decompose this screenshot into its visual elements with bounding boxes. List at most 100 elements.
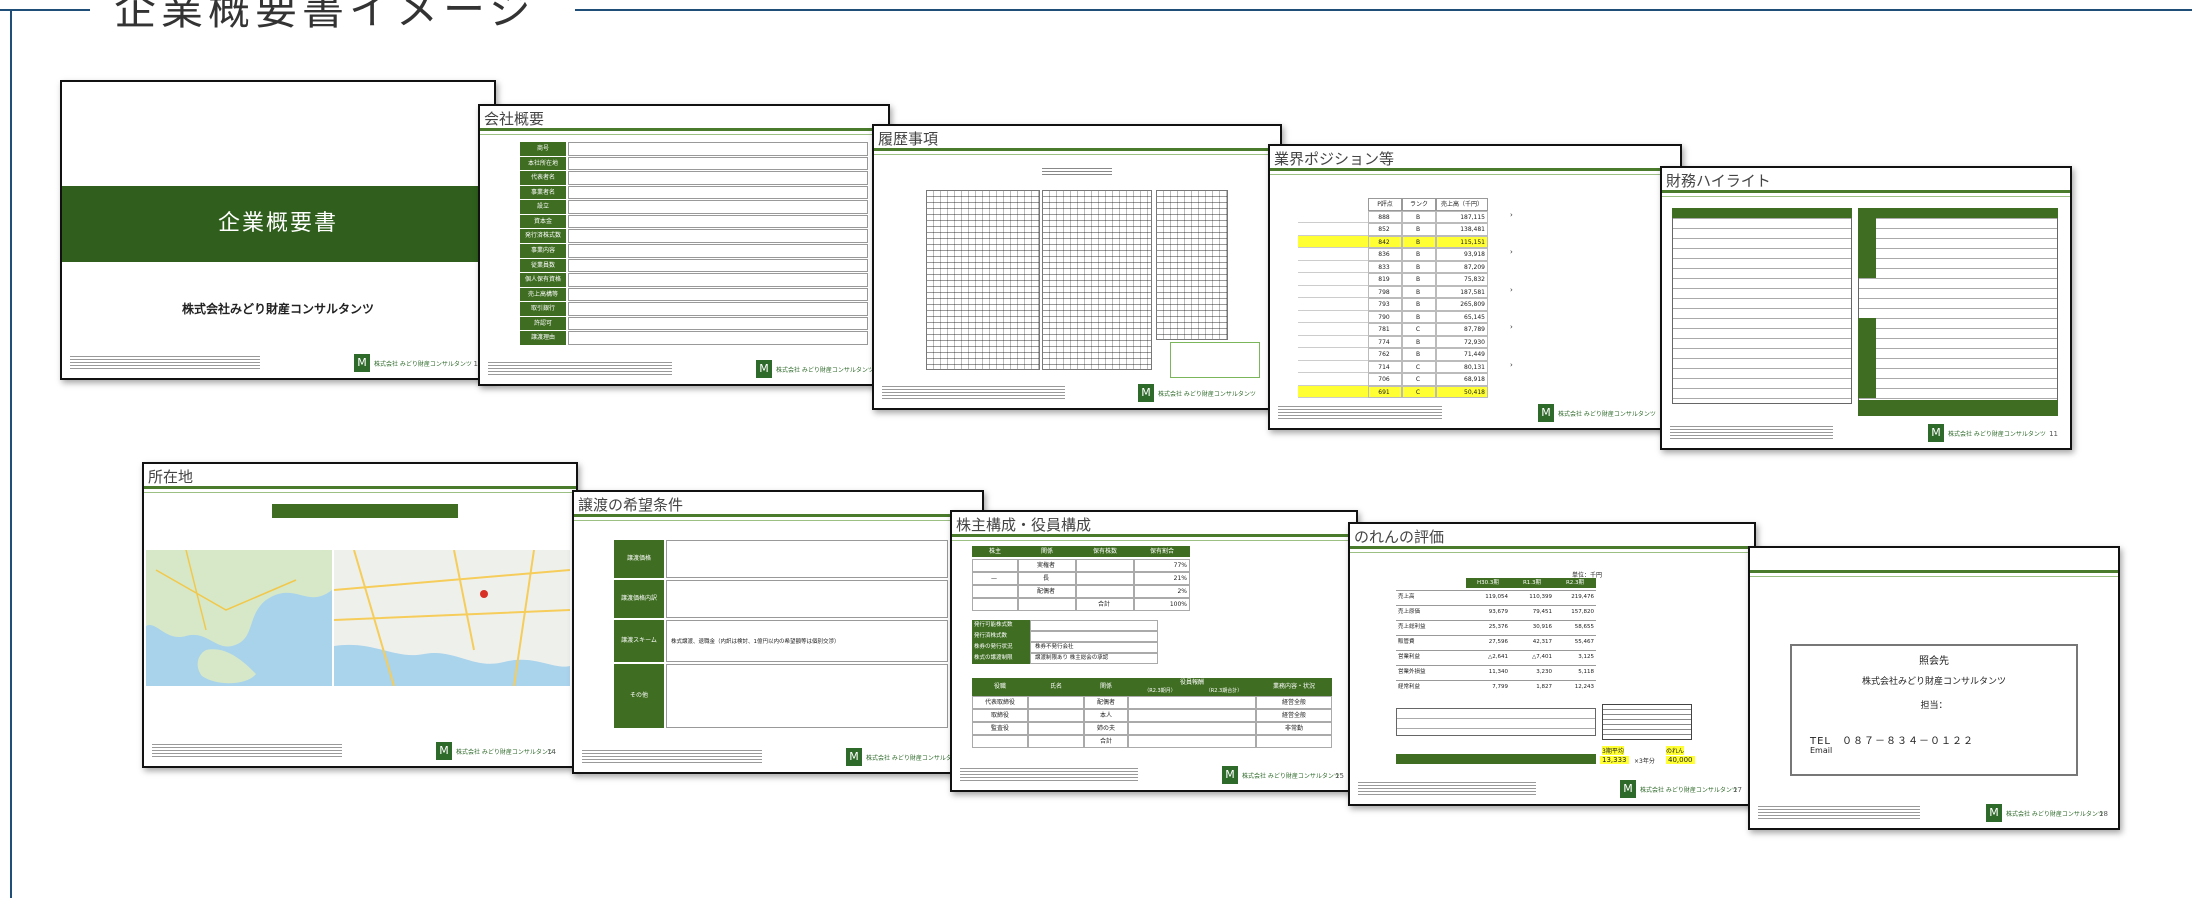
slide-footnote (882, 384, 1065, 400)
shareholder-cell: 100% (1134, 598, 1190, 611)
goodwill-cell: 売上原価 (1396, 605, 1466, 620)
overview-value-cell (568, 156, 868, 171)
goodwill-label: のれん (1666, 746, 1685, 755)
goodwill-value: 40,000 (1666, 756, 1695, 764)
note-box (1602, 704, 1692, 740)
arrow-marker: › (1510, 285, 1513, 294)
industry-cell: 187,115 (1436, 210, 1488, 223)
shareholder-cell (1076, 585, 1134, 598)
slide-industry-position[interactable]: 業界ポジション等 P評点 ランク 売上高（千円） 888 B 187,115 › 852 B 13… (1268, 144, 1682, 430)
shareholder-cell: 2% (1134, 585, 1190, 598)
logo-icon: M (1986, 804, 2002, 822)
title-bar (1750, 570, 2118, 573)
overview-label: 取引銀行 (520, 302, 566, 316)
officer-cell (1028, 696, 1084, 709)
industry-cell: B (1402, 223, 1436, 236)
industry-name-cell (1298, 261, 1368, 273)
stock-value: 譲渡制限あり 株主総会の承認 (1030, 653, 1158, 664)
industry-cell: B (1402, 248, 1436, 261)
officer-header: 業務内容・状況 (1256, 678, 1332, 696)
income-table (1858, 208, 2058, 404)
industry-cell: 842 (1368, 235, 1402, 248)
overview-label: 売上高構等 (520, 287, 566, 302)
officer-cell (1256, 735, 1332, 748)
frame-top-right (575, 9, 2192, 11)
officer-cell (1028, 722, 1084, 735)
shareholder-table: 株主 関係 保有株数 保有割合 実権者 77% — 長 21% 配偶者 2% 合計 100% (972, 546, 1190, 612)
arrow-marker: › (1510, 248, 1513, 256)
title-bar-thin (574, 520, 982, 521)
shareholder-cell (1076, 559, 1134, 572)
bs-header (1672, 208, 1852, 218)
overview-value-cell (568, 258, 868, 273)
slide-conditions[interactable]: 譲渡の希望条件 譲渡価格 譲渡価格内訳 譲渡スキーム 株式譲渡、退職金（内訳は検討、1… (572, 490, 984, 774)
officer-pay-cell (1128, 696, 1256, 709)
slide-financial-highlight[interactable]: 財務ハイライト M 株式会社 みどり財産コンサルタンツ 11 (1660, 166, 2072, 450)
industry-cell: 852 (1368, 223, 1402, 236)
industry-cell: 187,581 (1436, 285, 1488, 298)
goodwill-cell: 79,451 (1510, 605, 1554, 620)
slide-shareholders[interactable]: 株主構成・役員構成 株主 関係 保有株数 保有割合 実権者 77% — 長 21% 配偶者 2% 合計… (950, 510, 1358, 792)
slide-contact[interactable]: 照会先 株式会社みどり財産コンサルタンツ 担当： TEL ０８７－８３４－０１２… (1748, 546, 2120, 830)
title-bar (952, 534, 1356, 537)
industry-name-cell (1298, 323, 1368, 336)
slide-registry[interactable]: 履歴事項 M 株式会社 みどり財産コンサルタンツ (872, 124, 1282, 410)
industry-name-cell (1298, 223, 1368, 236)
goodwill-cell: 42,317 (1510, 635, 1554, 650)
industry-cell: B (1402, 348, 1436, 361)
slide-title: 会社概要 (484, 110, 545, 128)
registry-scan-mid (1042, 190, 1152, 370)
goodwill-cell: 25,376 (1466, 620, 1510, 635)
slide-cover[interactable]: 企業概要書 株式会社みどり財産コンサルタンツ M 株式会社 みどり財産コンサルタ… (60, 80, 496, 380)
officer-cell: 代表取締役 (972, 696, 1028, 709)
industry-cell: B (1402, 210, 1436, 223)
officer-cell: 姉の夫 (1084, 722, 1128, 735)
industry-name-cell (1298, 361, 1368, 373)
industry-cell: 87,789 (1436, 323, 1488, 336)
stock-value: 株券不発行会社 (1030, 642, 1158, 653)
industry-cell: 87,209 (1436, 260, 1488, 273)
doc-heading (1042, 166, 1112, 176)
slide-goodwill[interactable]: のれんの評価 単位：千円 H30.3期 R1.3期 R2.3期 売上高 119,054 1… (1348, 522, 1756, 806)
cover-footnote (70, 354, 261, 370)
conditions-table: 譲渡価格 譲渡価格内訳 譲渡スキーム 株式譲渡、退職金（内訳は検討、1億円以内の希望額… (614, 540, 948, 730)
industry-cell: 790 (1368, 310, 1402, 323)
logo-text: 株式会社 みどり財産コンサルタンツ (1242, 773, 1340, 780)
logo-icon: M (846, 748, 862, 766)
officer-header: 役職 (972, 678, 1028, 696)
overview-value-cell (568, 142, 868, 156)
industry-cell: 50,418 (1436, 385, 1488, 398)
slide-location[interactable]: 所在地 M 株式会社 みどり財産コンサルタンツ 14 (142, 462, 578, 768)
eval-table (1396, 708, 1596, 736)
industry-cell: B (1402, 298, 1436, 311)
officer-subheader: （R2.3期月） (1144, 688, 1176, 694)
slide-footnote (1278, 404, 1442, 420)
slide-company-overview[interactable]: 会社概要 商号 本社所在地 代表者名 事業者名 設立 資本金 発行済株式数 事業内容 従業員数個… (478, 104, 890, 386)
industry-cell: 774 (1368, 335, 1402, 348)
industry-name-cell (1298, 336, 1368, 348)
balance-sheet (1672, 208, 1852, 404)
industry-cell: 265,809 (1436, 298, 1488, 311)
goodwill-table: H30.3期 R1.3期 R2.3期 売上高 119,054 110,399 219,476… (1396, 578, 1596, 702)
page-number: 18 (2099, 810, 2108, 818)
slide-title: 財務ハイライト (1666, 172, 1771, 190)
industry-cell: 798 (1368, 285, 1402, 298)
logo-icon: M (1138, 384, 1154, 402)
industry-name-cell (1298, 298, 1368, 311)
officer-cell (1028, 735, 1084, 748)
industry-cell: B (1402, 260, 1436, 273)
condition-value-cell (666, 580, 948, 618)
industry-header: 売上高（千円） (1436, 198, 1488, 211)
shareholder-cell (972, 585, 1018, 598)
shareholder-cell: 実権者 (1018, 559, 1076, 572)
industry-header: ランク (1402, 198, 1436, 211)
title-bar (1350, 546, 1754, 549)
industry-cell: 888 (1368, 210, 1402, 223)
officer-cell: 合計 (1084, 735, 1128, 748)
registry-scan-left (926, 190, 1040, 370)
goodwill-cell: 5,118 (1554, 665, 1596, 680)
industry-cell: 714 (1368, 360, 1402, 373)
stock-value (1030, 620, 1158, 631)
industry-name-cell (1298, 348, 1368, 361)
arrow-marker: › (1510, 323, 1513, 331)
